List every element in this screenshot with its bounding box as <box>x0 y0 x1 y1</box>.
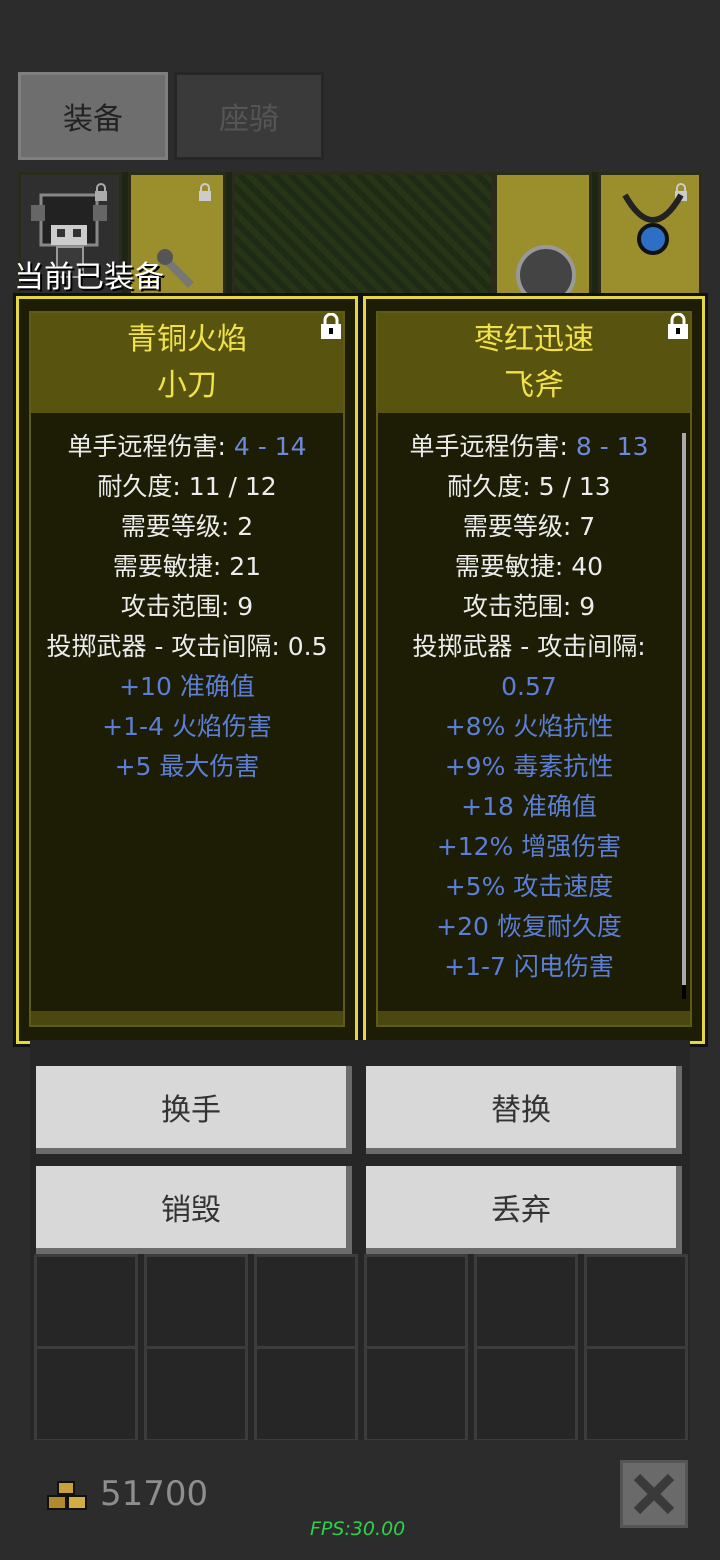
stat-range: 攻击范围: 9 <box>120 592 254 621</box>
stat-required-dex: 需要敏捷: 40 <box>454 552 604 581</box>
drop-button[interactable]: 丢弃 <box>366 1166 682 1254</box>
stat-required-dex: 需要敏捷: 21 <box>112 552 262 581</box>
destroy-button[interactable]: 销毁 <box>36 1166 352 1254</box>
tab-mount[interactable]: 座骑 <box>174 72 324 160</box>
bonus-stat: +1-4 火焰伤害 <box>102 712 272 741</box>
inventory-slot[interactable] <box>584 1254 688 1350</box>
inventory-slot[interactable] <box>364 1346 468 1442</box>
lock-icon <box>199 183 211 201</box>
bonus-stat: +9% 毒素抗性 <box>444 752 614 781</box>
inventory-slot[interactable] <box>364 1254 468 1350</box>
replace-button[interactable]: 替换 <box>366 1066 682 1154</box>
currently-equipped-label: 当前已装备 <box>14 260 164 295</box>
bonus-stat: +12% 增强伤害 <box>436 832 622 861</box>
lock-icon <box>95 183 107 201</box>
swap-hand-button[interactable]: 换手 <box>36 1066 352 1154</box>
inventory-slot[interactable] <box>144 1254 248 1350</box>
bonus-stat: +20 恢复耐久度 <box>436 912 622 941</box>
stat-required-level: 需要等级: 7 <box>462 512 596 541</box>
item-name-type: 小刀 <box>157 368 217 403</box>
necklace-icon <box>622 193 684 255</box>
item-title: 青铜火焰 小刀 <box>31 313 343 413</box>
item-title: 枣红迅速 飞斧 <box>378 313 690 413</box>
inventory-slot[interactable] <box>474 1254 578 1350</box>
inventory-slot[interactable] <box>34 1254 138 1350</box>
lock-icon[interactable] <box>319 313 343 339</box>
bonus-stat: +1-7 闪电伤害 <box>444 952 614 981</box>
inventory-slot[interactable] <box>584 1346 688 1442</box>
equipped-item-card: 青铜火焰 小刀 单手远程伤害: 4 - 14 耐久度: 11 / 12 需要等级… <box>13 293 361 1047</box>
stats-scrollbar-thumb[interactable] <box>682 985 686 999</box>
stats-scrollbar[interactable] <box>682 433 686 999</box>
gold-icon <box>47 1481 87 1510</box>
tab-equipment[interactable]: 装备 <box>18 72 168 160</box>
stat-damage: 单手远程伤害: 4 - 14 <box>67 432 307 461</box>
stat-attack-interval: 投掷武器 - 攻击间隔: <box>412 632 646 661</box>
stat-durability: 耐久度: 11 / 12 <box>97 472 277 501</box>
bonus-stat: +5 最大伤害 <box>114 752 260 781</box>
stat-range: 攻击范围: 9 <box>462 592 596 621</box>
item-stats: 单手远程伤害: 4 - 14 耐久度: 11 / 12 需要等级: 2 需要敏捷… <box>31 427 343 787</box>
compare-item-card: 枣红迅速 飞斧 单手远程伤害: 8 - 13 耐久度: 5 / 13 需要等级:… <box>360 293 708 1047</box>
item-stats: 单手远程伤害: 8 - 13 耐久度: 5 / 13 需要等级: 7 需要敏捷:… <box>378 427 680 987</box>
close-icon <box>633 1473 675 1515</box>
fps-counter: FPS:30.00 <box>310 1518 406 1540</box>
bonus-stat: +5% 攻击速度 <box>444 872 614 901</box>
close-button[interactable] <box>620 1460 688 1528</box>
shield-icon <box>516 245 576 295</box>
stat-durability: 耐久度: 5 / 13 <box>447 472 611 501</box>
lock-icon[interactable] <box>666 313 690 339</box>
inventory-slot[interactable] <box>254 1254 358 1350</box>
slot-offhand[interactable] <box>494 172 592 296</box>
card-footer <box>31 1011 343 1025</box>
inventory-slot[interactable] <box>254 1346 358 1442</box>
stat-required-level: 需要等级: 2 <box>120 512 254 541</box>
gold-count: 51700 <box>100 1474 209 1514</box>
item-name-type: 飞斧 <box>504 368 564 403</box>
card-footer <box>378 1011 690 1025</box>
item-name-prefix: 青铜火焰 <box>127 322 247 357</box>
bonus-stat: +18 准确值 <box>461 792 597 821</box>
character-background <box>232 172 494 296</box>
stat-attack-interval-value: 0.57 <box>501 672 557 701</box>
inventory-slot[interactable] <box>474 1346 578 1442</box>
stat-attack-interval: 投掷武器 - 攻击间隔: 0.5 <box>46 632 328 661</box>
item-name-prefix: 枣红迅速 <box>474 322 594 357</box>
inventory-slot[interactable] <box>144 1346 248 1442</box>
inventory-slot[interactable] <box>34 1346 138 1442</box>
slot-necklace[interactable] <box>598 172 702 296</box>
bonus-stat: +8% 火焰抗性 <box>444 712 614 741</box>
stat-damage: 单手远程伤害: 8 - 13 <box>409 432 649 461</box>
bonus-stat: +10 准确值 <box>119 672 255 701</box>
